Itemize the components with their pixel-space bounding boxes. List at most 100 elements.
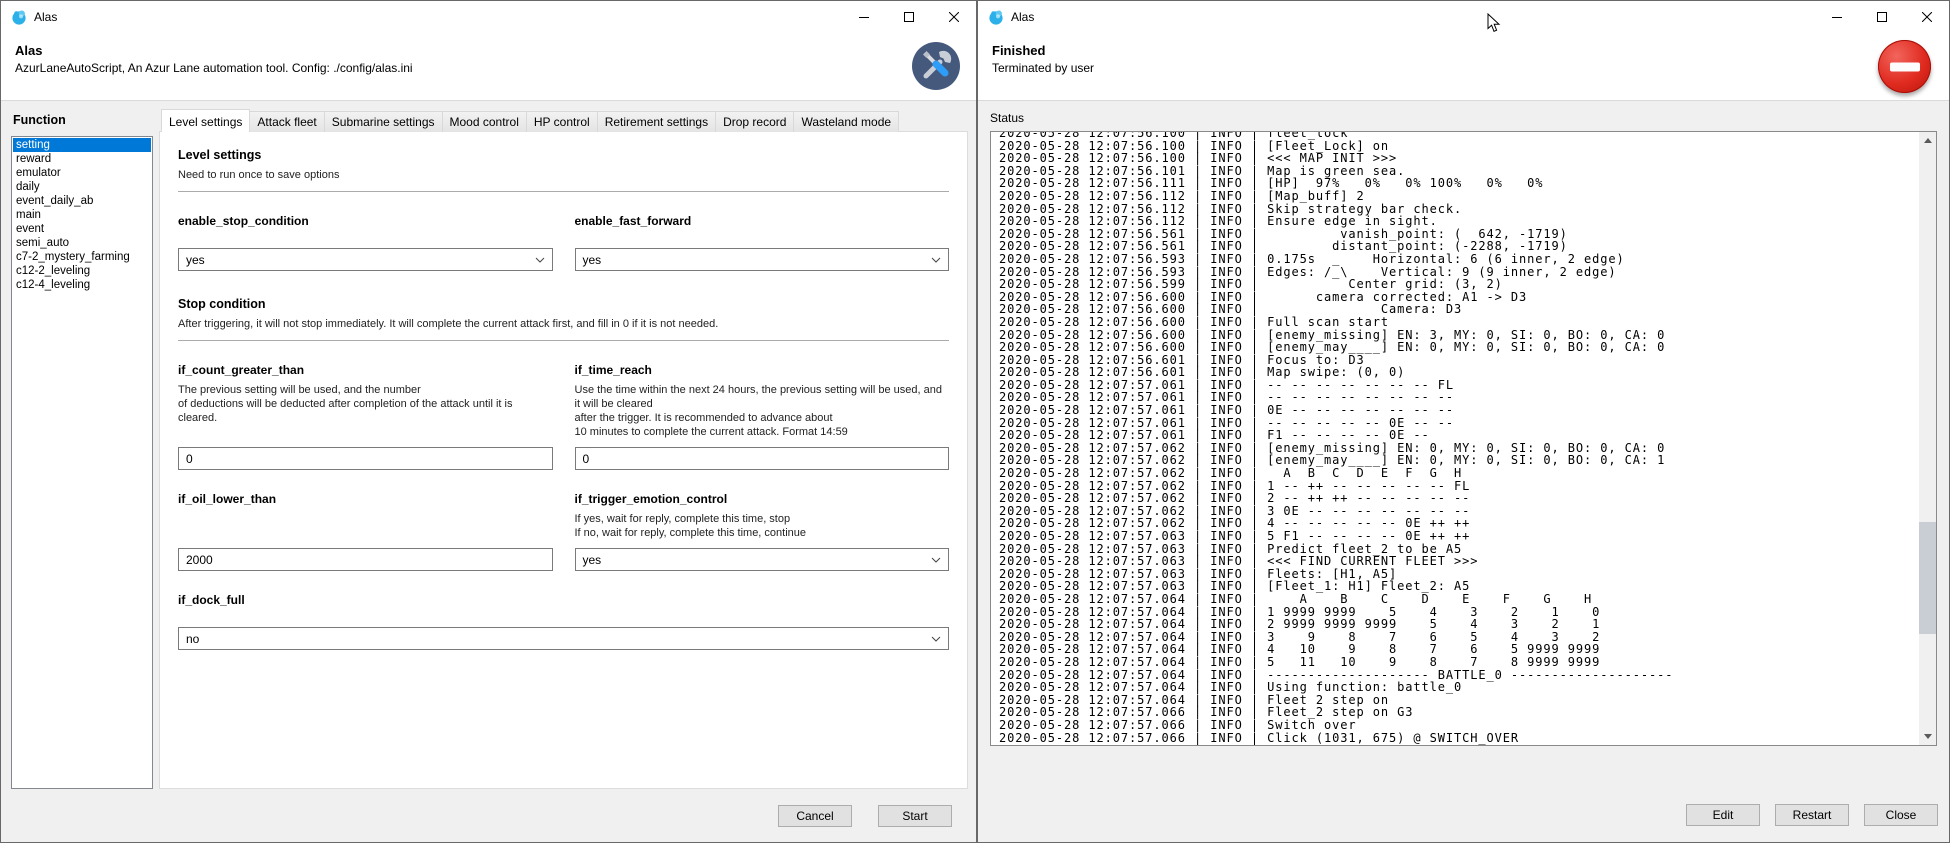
function-panel: Function setting reward emulator daily e… [11, 109, 153, 789]
close-icon [1922, 12, 1932, 22]
stopped-icon-bar [1890, 62, 1920, 71]
function-item-emulator[interactable]: emulator [13, 166, 151, 180]
chevron-down-icon [535, 257, 545, 263]
spacer [178, 228, 553, 240]
run-status-subtitle: Terminated by user [992, 61, 1935, 75]
field-if-count-greater-than: if_count_greater_than The previous setti… [178, 363, 553, 470]
field-if-dock-full: if_dock_full no [178, 593, 949, 650]
right-footer: Edit Restart Close [978, 746, 1949, 842]
tab-attack-fleet[interactable]: Attack fleet [249, 111, 324, 132]
scrollbar-thumb[interactable] [1919, 522, 1936, 634]
field-label: if_count_greater_than [178, 363, 553, 377]
field-label: enable_stop_condition [178, 214, 553, 228]
tab-retirement-settings[interactable]: Retirement settings [597, 111, 716, 132]
log-window: Alas Finished Terminated by user Sta [977, 0, 1950, 843]
function-item-c12-4-leveling[interactable]: c12-4_leveling [13, 278, 151, 292]
field-label: if_oil_lower_than [178, 492, 553, 506]
function-listbox[interactable]: setting reward emulator daily event_dail… [11, 136, 153, 789]
left-maximize-button[interactable] [886, 1, 931, 33]
divider [178, 191, 949, 192]
close-button[interactable]: Close [1864, 804, 1938, 826]
alas-app-icon [988, 9, 1004, 25]
right-window-title: Alas [1011, 10, 1034, 24]
log-content: 2020-05-28 12:07:56.100 | INFO | fleet_l… [991, 132, 1919, 745]
close-icon [949, 12, 959, 22]
field-desc: Use the time within the next 24 hours, t… [575, 383, 950, 439]
select-value: yes [583, 553, 602, 567]
divider [178, 340, 949, 341]
right-titlebar[interactable]: Alas [978, 1, 1949, 33]
stop-condition-heading: Stop condition [178, 297, 949, 311]
level-settings-desc: Need to run once to save options [178, 169, 949, 181]
left-minimize-button[interactable] [841, 1, 886, 33]
if-oil-lower-than-input[interactable] [178, 548, 553, 571]
tab-mood-control[interactable]: Mood control [442, 111, 527, 132]
level-settings-heading: Level settings [178, 148, 949, 162]
tab-hp-control[interactable]: HP control [526, 111, 598, 132]
enable-fast-forward-select[interactable]: yes [575, 248, 950, 271]
select-value: no [186, 632, 199, 646]
tab-level-settings[interactable]: Level settings [161, 109, 250, 132]
restart-button[interactable]: Restart [1775, 804, 1849, 826]
chevron-down-icon [931, 257, 941, 263]
function-item-c7-2-mystery-farming[interactable]: c7-2_mystery_farming [13, 250, 151, 264]
desktop: Alas Alas AzurLaneAutoScript, An Azur La… [0, 0, 1950, 843]
right-close-button[interactable] [1904, 1, 1949, 33]
config-title: Alas [15, 43, 962, 58]
tools-icon [912, 42, 960, 90]
field-enable-fast-forward: enable_fast_forward yes [575, 214, 950, 271]
field-label: if_time_reach [575, 363, 950, 377]
function-item-main[interactable]: main [13, 208, 151, 222]
cancel-button[interactable]: Cancel [778, 805, 852, 827]
if-dock-full-select[interactable]: no [178, 627, 949, 650]
spacer [575, 228, 950, 240]
field-label: if_trigger_emotion_control [575, 492, 950, 506]
tab-drop-record[interactable]: Drop record [715, 111, 794, 132]
function-item-c12-2-leveling[interactable]: c12-2_leveling [13, 264, 151, 278]
function-item-event-daily-ab[interactable]: event_daily_ab [13, 194, 151, 208]
tab-submarine-settings[interactable]: Submarine settings [324, 111, 443, 132]
function-item-event[interactable]: event [13, 222, 151, 236]
arrow-down-icon [1924, 734, 1932, 739]
scroll-up-button[interactable] [1919, 132, 1936, 149]
stop-condition-desc: After triggering, it will not stop immed… [178, 318, 949, 330]
if-count-greater-than-input[interactable] [178, 447, 553, 470]
enable-stop-condition-select[interactable]: yes [178, 248, 553, 271]
select-value: yes [186, 253, 205, 267]
minimize-icon [859, 12, 869, 22]
function-label: Function [13, 113, 153, 127]
field-label: if_dock_full [178, 593, 949, 607]
function-item-semi-auto[interactable]: semi_auto [13, 236, 151, 250]
if-trigger-emotion-control-select[interactable]: yes [575, 548, 950, 571]
left-close-button[interactable] [931, 1, 976, 33]
left-window-title: Alas [34, 10, 57, 24]
right-minimize-button[interactable] [1814, 1, 1859, 33]
spacer [178, 607, 949, 619]
settings-tab-control: Level settings Attack fleet Submarine se… [159, 109, 968, 789]
stopped-icon [1878, 40, 1931, 93]
right-header: Finished Terminated by user [978, 33, 1949, 101]
function-item-setting[interactable]: setting [13, 138, 151, 152]
log-scrollbar[interactable] [1919, 132, 1936, 745]
function-item-reward[interactable]: reward [13, 152, 151, 166]
start-button[interactable]: Start [878, 805, 952, 827]
function-item-daily[interactable]: daily [13, 180, 151, 194]
left-titlebar[interactable]: Alas [1, 1, 976, 33]
field-desc: The previous setting will be used, and t… [178, 383, 553, 439]
edit-button[interactable]: Edit [1686, 804, 1760, 826]
maximize-icon [904, 12, 914, 22]
status-label: Status [990, 111, 1937, 125]
scroll-down-button[interactable] [1919, 728, 1936, 745]
left-main: Function setting reward emulator daily e… [1, 101, 976, 789]
field-if-trigger-emotion-control: if_trigger_emotion_control If yes, wait … [575, 492, 950, 571]
field-label: enable_fast_forward [575, 214, 950, 228]
left-footer: Cancel Start [1, 789, 976, 842]
level-settings-page: Level settings Need to run once to save … [159, 131, 968, 789]
run-status-title: Finished [992, 43, 1935, 58]
if-time-reach-input[interactable] [575, 447, 950, 470]
right-main: Status 2020-05-28 12:07:56.100 | INFO | … [978, 101, 1949, 746]
config-subtitle: AzurLaneAutoScript, An Azur Lane automat… [15, 61, 962, 75]
tab-wasteland-mode[interactable]: Wasteland mode [793, 111, 899, 132]
right-maximize-button[interactable] [1859, 1, 1904, 33]
config-window: Alas Alas AzurLaneAutoScript, An Azur La… [0, 0, 977, 843]
